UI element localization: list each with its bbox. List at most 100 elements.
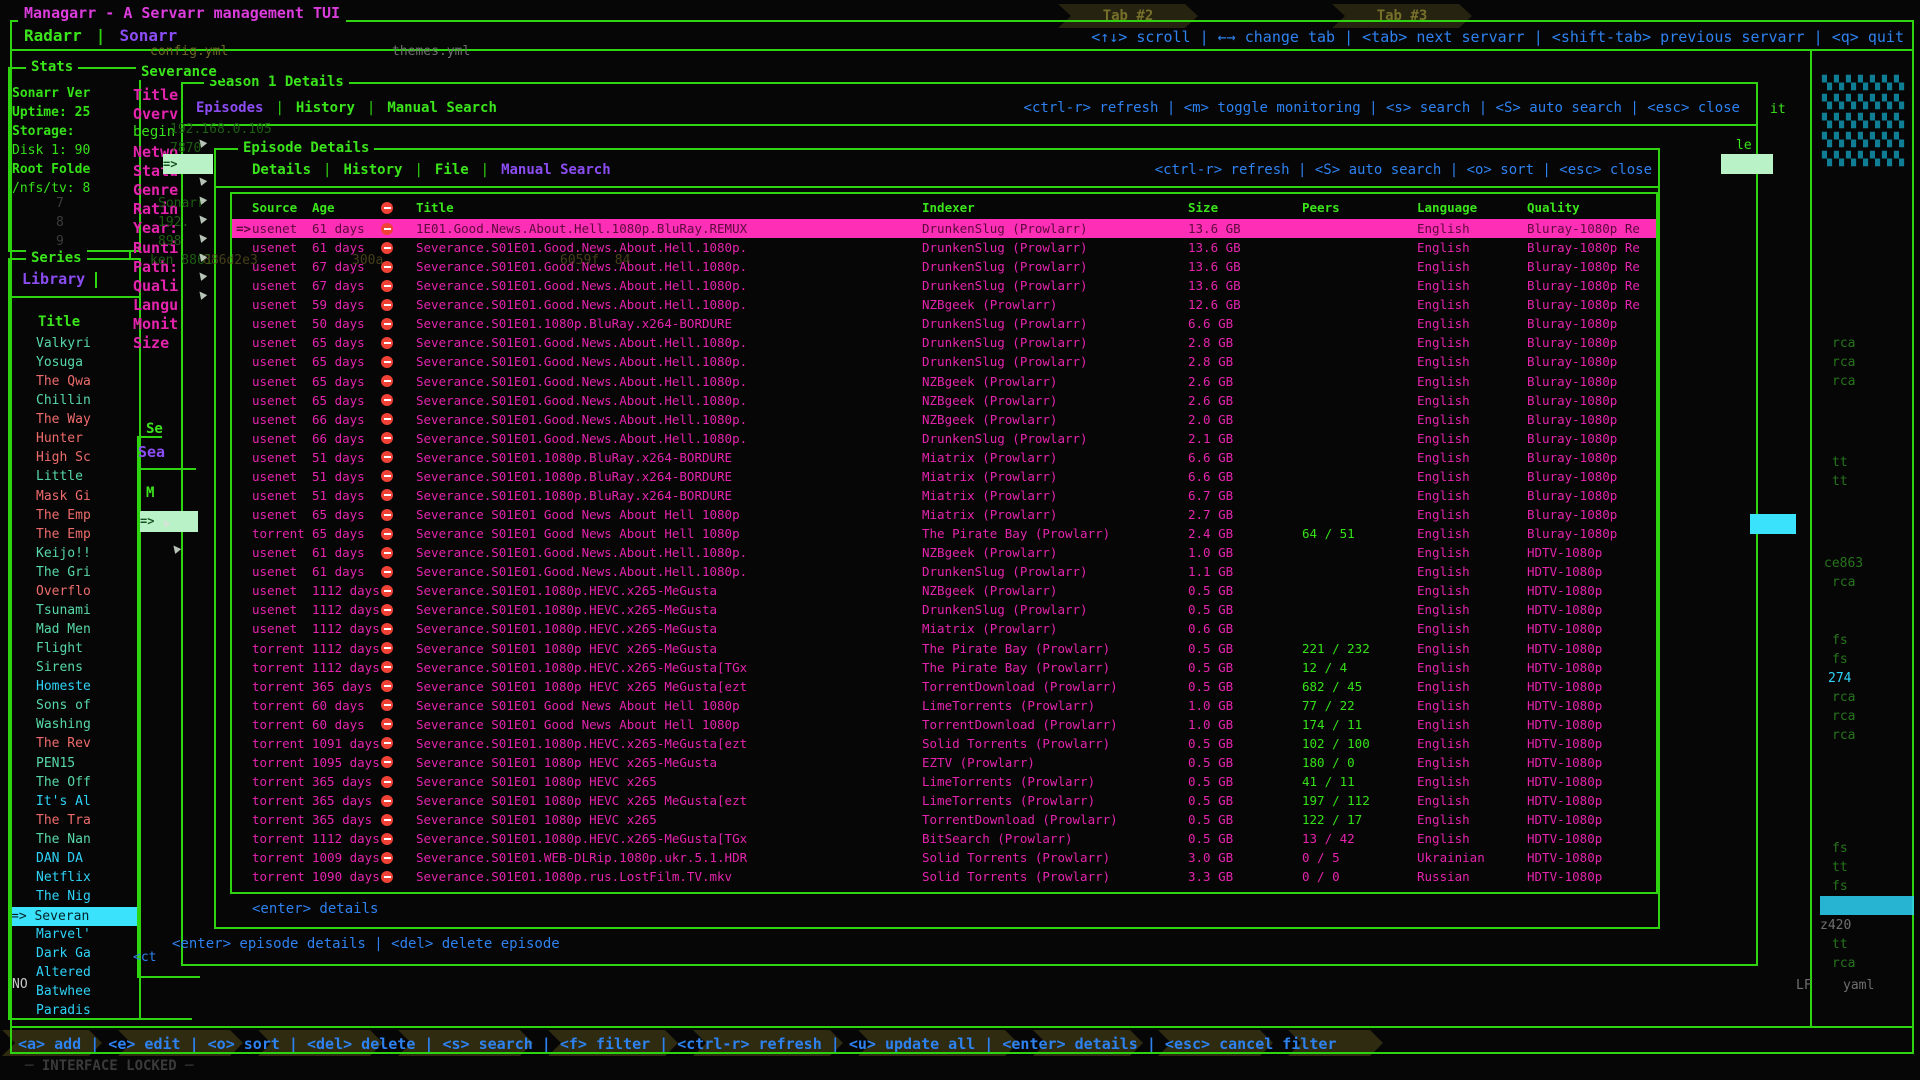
release-row[interactable]: usenet59 daysSeverance.S01E01.Good.News.…: [232, 295, 1656, 314]
tab-seasons[interactable]: Sea: [138, 443, 165, 461]
tab-episodes[interactable]: Episodes: [196, 100, 263, 116]
release-age: 65 days: [312, 524, 365, 543]
season-row-selected[interactable]: =>▲: [140, 511, 198, 532]
reject-icon: [381, 795, 393, 807]
release-indexer: Solid Torrents (Prowlarr): [922, 848, 1110, 867]
background-text-artifact: NO: [12, 977, 28, 992]
tab-manual-search[interactable]: Manual Search: [501, 162, 611, 178]
reject-icon: [381, 661, 393, 673]
background-text-artifact: <ct: [133, 950, 156, 965]
tab-manual-search[interactable]: Manual Search: [387, 100, 497, 116]
season-details-help: <ctrl-r> refresh | <m> toggle monitoring…: [1024, 100, 1740, 116]
background-text-artifact: 274: [1828, 671, 1851, 686]
release-row[interactable]: =>usenet61 days1E01.Good.News.About.Hell…: [232, 219, 1656, 238]
release-indexer: DrunkenSlug (Prowlarr): [922, 238, 1088, 257]
release-row[interactable]: usenet61 daysSeverance.S01E01.Good.News.…: [232, 238, 1656, 257]
reject-icon: [381, 280, 393, 292]
release-size: 1.0 GB: [1188, 696, 1233, 715]
release-row[interactable]: usenet65 daysSeverance.S01E01.Good.News.…: [232, 352, 1656, 371]
release-language: English: [1417, 562, 1470, 581]
release-row[interactable]: torrent1112 daysSeverance.S01E01.1080p.H…: [232, 829, 1656, 848]
release-row[interactable]: usenet66 daysSeverance.S01E01.Good.News.…: [232, 410, 1656, 429]
release-language: Ukrainian: [1417, 848, 1485, 867]
release-row[interactable]: usenet66 daysSeverance.S01E01.Good.News.…: [232, 429, 1656, 448]
release-row[interactable]: torrent365 daysSeverance S01E01 1080p HE…: [232, 677, 1656, 696]
release-row[interactable]: torrent1009 daysSeverance.S01E01.WEB-DLR…: [232, 848, 1656, 867]
release-row[interactable]: usenet1112 daysSeverance.S01E01.1080p.HE…: [232, 600, 1656, 619]
release-indexer: DrunkenSlug (Prowlarr): [922, 562, 1088, 581]
tab-sonarr[interactable]: Sonarr: [119, 26, 177, 45]
release-size: 2.8 GB: [1188, 333, 1233, 352]
column-header-title: Title: [416, 198, 454, 217]
release-row[interactable]: torrent365 daysSeverance S01E01 1080p HE…: [232, 791, 1656, 810]
tab-radarr[interactable]: Radarr: [24, 26, 82, 45]
reject-icon: [381, 432, 393, 444]
release-quality: HDTV-1080p: [1527, 772, 1602, 791]
release-row[interactable]: torrent1090 daysSeverance.S01E01.1080p.r…: [232, 867, 1656, 886]
release-row[interactable]: torrent1095 daysSeverance S01E01 1080p H…: [232, 753, 1656, 772]
release-indexer: Miatrix (Prowlarr): [922, 467, 1057, 486]
release-quality: HDTV-1080p: [1527, 867, 1602, 886]
release-row[interactable]: usenet51 daysSeverance.S01E01.1080p.BluR…: [232, 467, 1656, 486]
reject-icon: [381, 585, 393, 597]
release-row[interactable]: usenet61 daysSeverance.S01E01.Good.News.…: [232, 543, 1656, 562]
release-row[interactable]: usenet50 daysSeverance.S01E01.1080p.BluR…: [232, 314, 1656, 333]
release-row[interactable]: usenet61 daysSeverance.S01E01.Good.News.…: [232, 562, 1656, 581]
release-age: 65 days: [312, 505, 365, 524]
release-table: SourceAgeTitleIndexerSizePeersLanguageQu…: [230, 192, 1658, 894]
release-indexer: TorrentDownload (Prowlarr): [922, 715, 1118, 734]
tab-details[interactable]: Details: [252, 162, 311, 178]
release-indexer: The Pirate Bay (Prowlarr): [922, 639, 1110, 658]
reject-icon: [381, 718, 393, 730]
release-indexer: Miatrix (Prowlarr): [922, 486, 1057, 505]
release-row[interactable]: torrent60 daysSeverance S01E01 Good News…: [232, 696, 1656, 715]
release-quality: HDTV-1080p: [1527, 677, 1602, 696]
release-row[interactable]: torrent1091 daysSeverance.S01E01.1080p.H…: [232, 734, 1656, 753]
release-size: 6.6 GB: [1188, 314, 1233, 333]
reject-icon: [381, 375, 393, 387]
tab-file[interactable]: File: [435, 162, 469, 178]
reject-icon: [381, 852, 393, 864]
reject-icon: [381, 318, 393, 330]
release-row[interactable]: torrent1112 daysSeverance S01E01 1080p H…: [232, 639, 1656, 658]
release-row[interactable]: torrent1112 daysSeverance.S01E01.1080p.H…: [232, 658, 1656, 677]
release-row[interactable]: usenet1112 daysSeverance.S01E01.1080p.HE…: [232, 581, 1656, 600]
release-row[interactable]: torrent365 daysSeverance S01E01 1080p HE…: [232, 810, 1656, 829]
release-language: English: [1417, 448, 1470, 467]
release-age: 365 days: [312, 791, 372, 810]
release-row[interactable]: usenet67 daysSeverance.S01E01.Good.News.…: [232, 276, 1656, 295]
release-title: Severance.S01E01.Good.News.About.Hell.10…: [416, 333, 747, 352]
release-row[interactable]: torrent365 daysSeverance S01E01 1080p HE…: [232, 772, 1656, 791]
release-row[interactable]: usenet1112 daysSeverance.S01E01.1080p.HE…: [232, 619, 1656, 638]
scrollbar-thumb[interactable]: [1750, 514, 1796, 534]
release-age: 59 days: [312, 295, 365, 314]
release-quality: Bluray-1080p: [1527, 429, 1617, 448]
release-language: English: [1417, 295, 1470, 314]
tab-history[interactable]: History: [296, 100, 355, 116]
release-row[interactable]: usenet65 daysSeverance.S01E01.Good.News.…: [232, 391, 1656, 410]
release-row[interactable]: usenet51 daysSeverance.S01E01.1080p.BluR…: [232, 448, 1656, 467]
release-row[interactable]: usenet65 daysSeverance.S01E01.Good.News.…: [232, 372, 1656, 391]
column-header-size: Size: [1188, 198, 1218, 217]
release-table-header: SourceAgeTitleIndexerSizePeersLanguageQu…: [232, 198, 1656, 217]
release-row[interactable]: usenet65 daysSeverance S01E01 Good News …: [232, 505, 1656, 524]
release-title: Severance S01E01 1080p HEVC x265-MeGusta: [416, 639, 717, 658]
release-quality: HDTV-1080p: [1527, 715, 1602, 734]
season-tabs-underline: [183, 124, 1756, 126]
release-quality: Bluray-1080p: [1527, 314, 1617, 333]
release-row[interactable]: usenet51 daysSeverance.S01E01.1080p.BluR…: [232, 486, 1656, 505]
release-quality: Bluray-1080p: [1527, 391, 1617, 410]
background-text-artifact: z420: [1820, 918, 1851, 933]
release-row[interactable]: usenet67 daysSeverance.S01E01.Good.News.…: [232, 257, 1656, 276]
release-title: Severance S01E01 1080p HEVC x265-MeGusta: [416, 753, 717, 772]
release-indexer: LimeTorrents (Prowlarr): [922, 791, 1095, 810]
series-panel-title: Series: [26, 250, 87, 266]
release-row[interactable]: usenet65 daysSeverance.S01E01.Good.News.…: [232, 333, 1656, 352]
background-text-artifact: 6059f 84: [560, 253, 630, 268]
release-source: torrent: [252, 867, 305, 886]
tab-history[interactable]: History: [343, 162, 402, 178]
release-age: 51 days: [312, 486, 365, 505]
release-row[interactable]: torrent60 daysSeverance S01E01 Good News…: [232, 715, 1656, 734]
release-row[interactable]: torrent65 daysSeverance S01E01 Good News…: [232, 524, 1656, 543]
release-size: 2.4 GB: [1188, 524, 1233, 543]
